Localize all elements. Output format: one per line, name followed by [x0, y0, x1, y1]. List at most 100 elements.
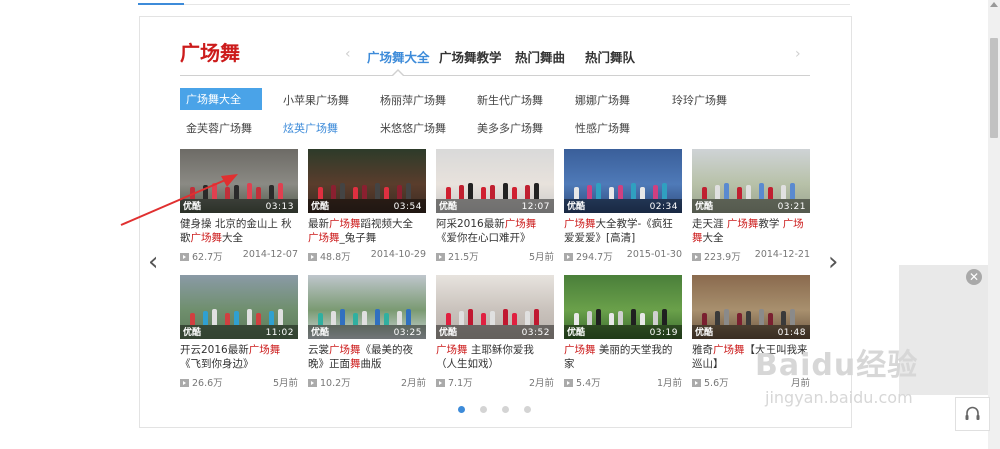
view-count: 5.4万 — [576, 378, 601, 389]
youku-logo: 优酷 — [311, 202, 330, 212]
video-duration: 03:52 — [521, 328, 550, 338]
video-duration: 02:34 — [649, 202, 678, 212]
video-meta: 21.5万 5月前 — [436, 249, 554, 263]
title-keyword: 广场舞 — [308, 232, 340, 244]
red-annotation-arrow — [120, 174, 238, 226]
video-card[interactable]: 优酷 11:02 开云2016最新广场舞《飞到你身边》 26.6万 5月前 — [180, 275, 298, 389]
carousel-dot-3[interactable] — [502, 406, 509, 413]
video-duration: 11:02 — [265, 328, 294, 338]
dancers-image — [308, 299, 426, 325]
title-keyword: 舞 — [350, 358, 361, 370]
scroll-up-icon[interactable] — [990, 2, 998, 7]
category-nana[interactable]: 娜娜广场舞 — [575, 92, 630, 108]
close-icon[interactable]: ✕ — [966, 269, 982, 285]
video-duration: 03:54 — [393, 202, 422, 212]
title-keyword: 广场舞 — [329, 344, 361, 356]
video-thumbnail[interactable]: 优酷 03:19 — [564, 275, 682, 339]
category-xinggan[interactable]: 性感广场舞 — [575, 120, 630, 136]
video-thumbnail[interactable]: 优酷 01:48 — [692, 275, 810, 339]
carousel-dot-4[interactable] — [524, 406, 531, 413]
video-meta: 62.7万 2014-12-07 — [180, 249, 298, 263]
tabs-prev-arrow[interactable]: ‹ — [345, 46, 351, 62]
video-title[interactable]: 广场舞大全教学-《疯狂爱爱爱》[高清] — [564, 217, 682, 245]
view-count: 5.6万 — [704, 378, 729, 389]
view-count: 294.7万 — [576, 252, 613, 263]
youku-logo: 优酷 — [695, 328, 714, 338]
youku-logo: 优酷 — [439, 328, 458, 338]
category-yangliping[interactable]: 杨丽萍广场舞 — [380, 92, 446, 108]
video-title[interactable]: 云裳广场舞《最美的夜晚》正面舞曲版 — [308, 343, 426, 371]
category-xuanying[interactable]: 炫英广场舞 — [283, 120, 338, 136]
video-title[interactable]: 最新广场舞蹈视频大全 广场舞_兔子舞 — [308, 217, 426, 245]
video-card[interactable]: 优酷 02:34 广场舞大全教学-《疯狂爱爱爱》[高清] 294.7万 2015-01-… — [564, 149, 682, 263]
video-duration: 01:48 — [777, 328, 806, 338]
tab-guangchangwu-jiaoxue[interactable]: 广场舞教学 — [439, 47, 502, 66]
category-meiduoduo[interactable]: 美多多广场舞 — [477, 120, 543, 136]
carousel-prev-arrow[interactable]: ‹ — [148, 247, 158, 277]
tab-guangchangwu-daquan[interactable]: 广场舞大全 — [367, 47, 430, 66]
video-title[interactable]: 走天涯 广场舞教学 广场舞大全 — [692, 217, 810, 245]
video-meta: 10.2万 2月前 — [308, 375, 426, 389]
dancers-image — [564, 299, 682, 325]
video-thumbnail[interactable]: 优酷 03:21 — [692, 149, 810, 213]
video-title[interactable]: 广场舞 主耶稣你爱我（人生如戏） — [436, 343, 554, 371]
tab-remen-wudui[interactable]: 热门舞队 — [585, 47, 635, 66]
video-thumbnail[interactable]: 优酷 02:34 — [564, 149, 682, 213]
tab-bar: ‹ 广场舞大全 广场舞教学 热门舞曲 热门舞队 › — [345, 44, 805, 68]
carousel-dot-1[interactable] — [458, 406, 465, 413]
category-miyouyou[interactable]: 米悠悠广场舞 — [380, 120, 446, 136]
carousel-dot-2[interactable] — [480, 406, 487, 413]
dancers-image — [692, 173, 810, 199]
video-title[interactable]: 广场舞 美丽的天堂我的家 — [564, 343, 682, 371]
tab-caret-inner — [393, 71, 403, 76]
youku-logo: 优酷 — [183, 328, 202, 338]
view-count: 21.5万 — [448, 252, 479, 263]
upload-date: 5月前 — [272, 378, 298, 389]
category-jinfurong[interactable]: 金芙蓉广场舞 — [186, 120, 252, 136]
title-keyword: 广场舞 — [726, 218, 759, 230]
category-xiaopingguo[interactable]: 小苹果广场舞 — [283, 92, 349, 108]
video-card[interactable]: 优酷 03:21 走天涯 广场舞教学 广场舞大全 223.9万 2014-12-21 — [692, 149, 810, 263]
video-meta: 294.7万 2015-01-30 — [564, 249, 682, 263]
play-count-icon — [564, 253, 573, 261]
scrollbar-thumb[interactable] — [990, 38, 998, 138]
video-duration: 03:25 — [393, 328, 422, 338]
video-thumbnail[interactable]: 优酷 11:02 — [180, 275, 298, 339]
play-count-icon — [564, 379, 573, 387]
video-thumbnail[interactable]: 优酷 12:07 — [436, 149, 554, 213]
video-thumbnail[interactable]: 优酷 03:25 — [308, 275, 426, 339]
view-count: 26.6万 — [192, 378, 223, 389]
video-meta: 223.9万 2014-12-21 — [692, 249, 810, 263]
upload-date: 5月前 — [528, 252, 554, 263]
category-lingling[interactable]: 玲玲广场舞 — [672, 92, 727, 108]
view-count: 10.2万 — [320, 378, 351, 389]
video-title[interactable]: 开云2016最新广场舞《飞到你身边》 — [180, 343, 298, 371]
title-keyword: 广场舞 — [564, 344, 596, 356]
watermark-logo: Baidu经验 — [755, 348, 919, 383]
carousel-next-arrow[interactable]: › — [828, 247, 838, 277]
video-card[interactable]: 优酷 03:52 广场舞 主耶稣你爱我（人生如戏） 7.1万 2月前 — [436, 275, 554, 389]
upload-date: 2014-12-21 — [754, 249, 810, 260]
section-title: 广场舞 — [180, 41, 240, 65]
upload-date: 2月前 — [528, 378, 554, 389]
video-meta: 5.4万 1月前 — [564, 375, 682, 389]
tabs-next-arrow[interactable]: › — [795, 46, 801, 62]
play-count-icon — [180, 379, 189, 387]
top-tab-indicator — [138, 3, 184, 5]
category-guangchangwu-daquan[interactable]: 广场舞大全 — [180, 88, 262, 110]
category-xinshengdai[interactable]: 新生代广场舞 — [477, 92, 543, 108]
watermark-url: jingyan.baidu.com — [765, 388, 913, 407]
video-thumbnail[interactable]: 优酷 03:54 — [308, 149, 426, 213]
video-meta: 26.6万 5月前 — [180, 375, 298, 389]
tab-remen-wuqu[interactable]: 热门舞曲 — [515, 47, 565, 66]
top-rule — [138, 0, 850, 5]
play-count-icon — [436, 253, 445, 261]
video-title[interactable]: 阿采2016最新广场舞《爱你在心口难开》 — [436, 217, 554, 245]
video-card[interactable]: 优酷 03:19 广场舞 美丽的天堂我的家 5.4万 1月前 — [564, 275, 682, 389]
video-card[interactable]: 优酷 03:54 最新广场舞蹈视频大全 广场舞_兔子舞 48.8万 2014-10-29 — [308, 149, 426, 263]
video-card[interactable]: 优酷 12:07 阿采2016最新广场舞《爱你在心口难开》 21.5万 5月前 — [436, 149, 554, 263]
video-thumbnail[interactable]: 优酷 03:52 — [436, 275, 554, 339]
view-count: 223.9万 — [704, 252, 741, 263]
play-count-icon — [436, 379, 445, 387]
video-card[interactable]: 优酷 03:25 云裳广场舞《最美的夜晚》正面舞曲版 10.2万 2月前 — [308, 275, 426, 389]
